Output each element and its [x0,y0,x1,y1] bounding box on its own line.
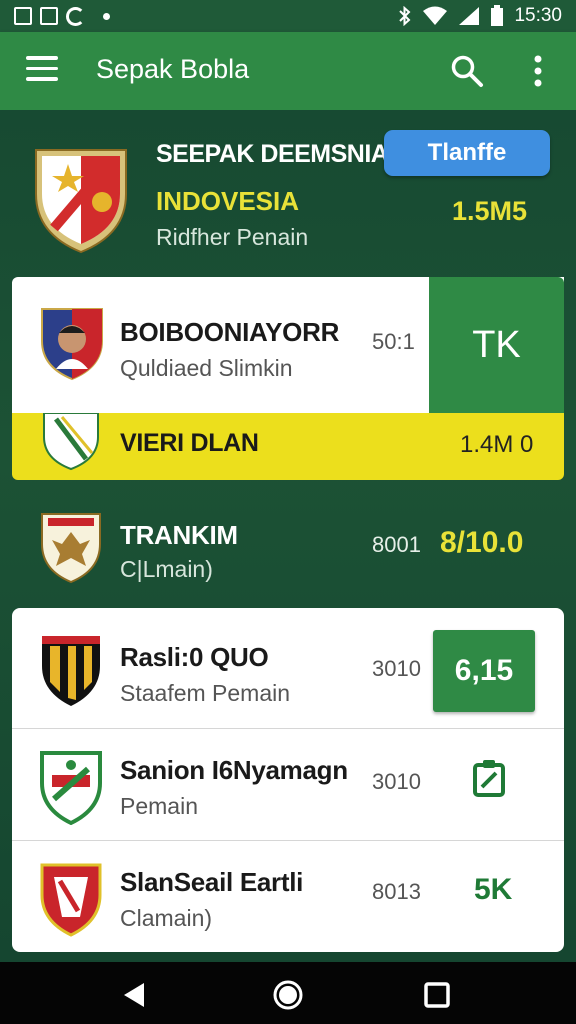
club-header: SEEPAK DEEMSNIA INDOVESIA Ridfher Penain… [0,110,576,275]
menu-icon[interactable] [26,56,58,86]
notification-icon [40,7,58,25]
edit-icon[interactable] [472,759,506,797]
signal-icon [459,7,480,25]
player-subtitle: Clamain) [120,905,213,931]
player-name: VIERI DLAN [120,429,259,457]
club-country: INDOVESIA [156,186,300,216]
club-crest-logo [42,636,100,706]
list-item[interactable]: SlanSeail Eartli Clamain) 8013 5K [12,840,564,952]
club-crest-logo [40,751,102,825]
club-crest-logo [43,413,99,471]
app-title: Sepak Bobla [96,54,250,84]
home-icon[interactable] [272,979,304,1011]
club-crest-logo [41,308,103,381]
player-subtitle: Pemain [120,793,198,819]
recents-icon[interactable] [424,982,450,1008]
player-number: 50:1 [372,329,415,354]
player-value: 8/10.0 [440,526,524,559]
more-vert-icon[interactable] [528,54,548,88]
player-value[interactable]: 5K [474,873,512,907]
clock: 15:30 [514,5,562,26]
player-name: Rasli:0 QUO [120,642,269,672]
back-icon[interactable] [122,982,146,1008]
club-crest-logo [41,513,101,584]
player-list: Rasli:0 QUO Staafem Pemain 3010 6,15 San… [12,608,564,952]
player-row[interactable]: TRANKIM C|Lmain) 8001 8/10.0 [12,486,564,606]
player-name: TRANKIM [120,520,238,550]
player-number: 8013 [372,879,421,904]
club-title: SEEPAK DEEMSNIA [156,140,389,168]
player-subtitle: C|Lmain) [120,556,213,582]
content-area: SEEPAK DEEMSNIA INDOVESIA Ridfher Penain… [0,110,576,962]
list-item[interactable]: Rasli:0 QUO Staafem Pemain 3010 6,15 [12,608,564,720]
row-action-button[interactable]: TK [429,277,564,413]
wifi-icon [423,6,448,25]
score-button[interactable]: 6,15 [433,630,535,712]
club-subtitle: Ridfher Penain [156,224,309,250]
battery-icon [491,5,504,26]
player-name: SlanSeail Eartli [120,867,304,897]
sync-notification-icon [66,6,85,26]
status-bar: 15:30 [0,0,576,32]
gallery-notification-icon [14,7,32,25]
system-nav-bar [0,962,576,1024]
player-subtitle: Quldiaed Slimkin [120,355,293,381]
player-subtitle: Staafem Pemain [120,680,291,706]
list-item[interactable]: Sanion I6Nyamagn Pemain 3010 [12,728,564,840]
player-name: BOIBOONIAYORR [120,317,340,347]
club-crest-logo [40,863,102,937]
bluetooth-icon [399,6,411,26]
player-number: 8001 [372,532,421,557]
more-notifications-dot-icon [103,12,110,20]
club-value: 1.5M5 [452,196,528,226]
player-value: 1.4M 0 [460,431,534,458]
transfer-button[interactable]: Tlanffe [384,130,550,176]
player-row[interactable]: VIERI DLAN 1.4M 0 [12,413,564,480]
player-name: Sanion I6Nyamagn [120,755,348,785]
player-number: 3010 [372,769,421,794]
search-icon[interactable] [450,54,484,88]
club-crest-logo [35,149,127,254]
app-bar: Sepak Bobla [0,32,576,110]
player-number: 3010 [372,656,421,681]
